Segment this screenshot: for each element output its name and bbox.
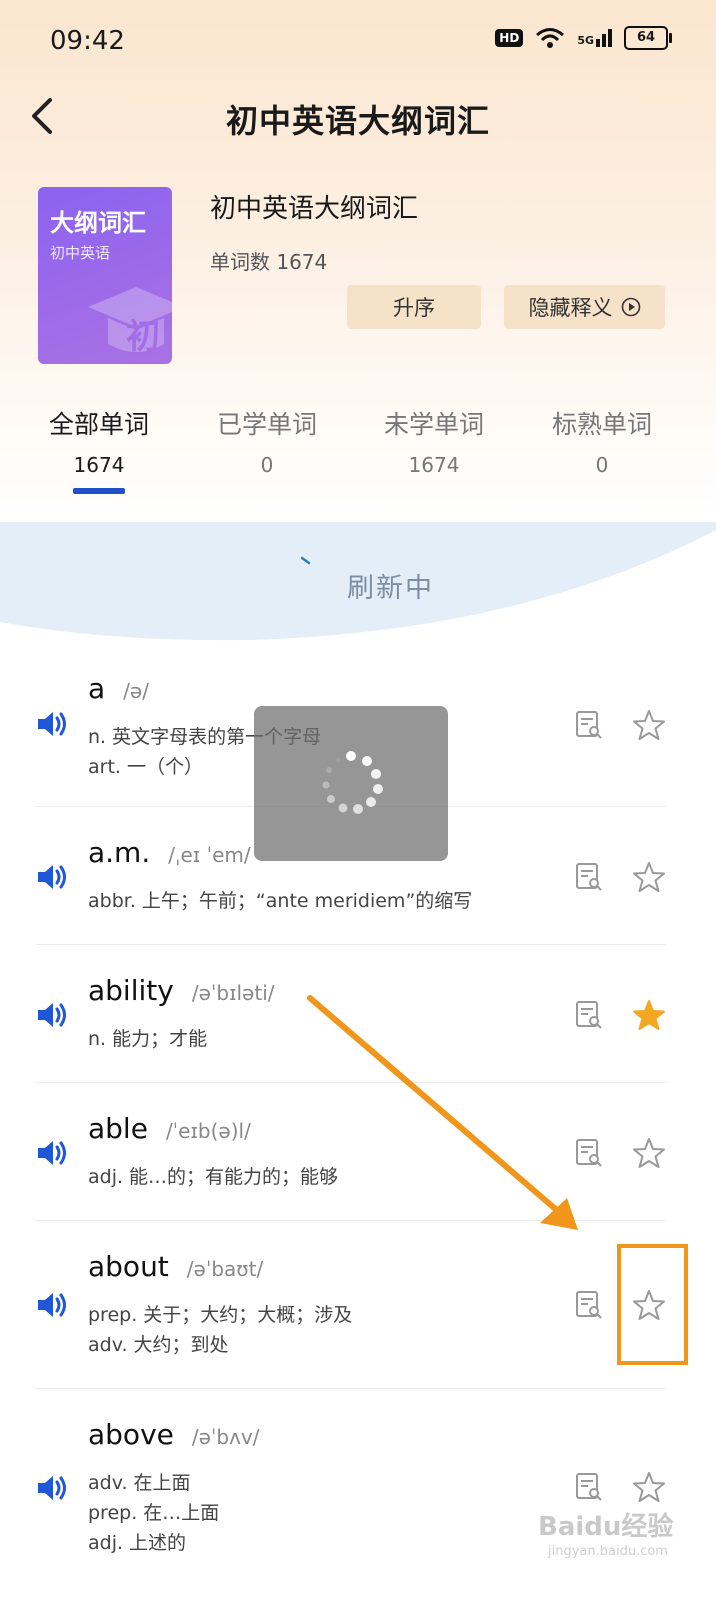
word-phonetic: /ˈeɪb(ə)l/: [165, 1119, 251, 1143]
speaker-icon[interactable]: [36, 709, 70, 739]
signal-icon: 5G: [577, 29, 612, 47]
watermark-url: jingyan.baidu.com: [548, 1544, 668, 1559]
word-definitions: adj. 能…的；有能力的；能够: [88, 1166, 339, 1188]
word-entry: able/ˈeɪb(ə)l/: [88, 1112, 251, 1145]
word-definitions: abbr. 上午；午前；“ante meridiem”的缩写: [88, 890, 473, 912]
word-entry: ability/əˈbɪləti/: [88, 974, 275, 1007]
battery-icon: 64: [624, 26, 672, 50]
word-phonetic: /ˌeɪ ˈem/: [168, 843, 251, 867]
speaker-icon[interactable]: [36, 1290, 70, 1320]
play-circle-icon: [621, 297, 640, 317]
tab-learned-words[interactable]: 已学单词 0: [187, 405, 347, 477]
word-phonetic: /əˈbʌv/: [191, 1425, 260, 1449]
active-tab-indicator: [73, 488, 125, 494]
speaker-icon[interactable]: [36, 1473, 70, 1503]
sort-ascending-button[interactable]: 升序: [347, 285, 481, 329]
cover-mark-text: 初: [126, 317, 160, 357]
tab-count: 0: [595, 453, 609, 477]
hide-definitions-button[interactable]: 隐藏释义: [504, 285, 665, 329]
word-detail-icon[interactable]: [574, 1472, 604, 1502]
wifi-icon: [536, 28, 565, 48]
word-row[interactable]: about/əˈbaʊt/ prep. 关于；大约；大概；涉及 adv. 大约；到…: [36, 1220, 666, 1389]
word-count: 单词数 1674: [210, 250, 328, 274]
tab-count: 0: [260, 453, 274, 477]
tab-count: 1674: [408, 453, 460, 477]
word-entry: a.m./ˌeɪ ˈem/: [88, 836, 251, 869]
watermark-logo: Baidu经验: [538, 1512, 674, 1542]
word-phonetic: /əˈbɪləti/: [191, 981, 275, 1005]
page-title: 初中英语大纲词汇: [225, 102, 490, 140]
speaker-icon[interactable]: [36, 1138, 70, 1168]
status-bar: 09:42 HD 5G 64: [0, 0, 716, 80]
hide-definitions-label: 隐藏释义: [528, 296, 613, 320]
word-row[interactable]: able/ˈeɪb(ə)l/ adj. 能…的；有能力的；能够: [36, 1082, 666, 1221]
word-row[interactable]: ability/əˈbɪləti/ n. 能力；才能: [36, 944, 666, 1083]
word-phonetic: /əˈbaʊt/: [186, 1257, 264, 1281]
star-icon[interactable]: [632, 1136, 666, 1170]
word-detail-icon[interactable]: [574, 710, 604, 740]
tab-unlearned-words[interactable]: 未学单词 1674: [354, 405, 514, 477]
word-filter-tabs: 全部单词 1674 已学单词 0 未学单词 1674 标熟单词 0: [0, 405, 716, 495]
status-icons: HD 5G 64: [495, 26, 672, 50]
status-time: 09:42: [50, 26, 125, 56]
speaker-icon[interactable]: [36, 1000, 70, 1030]
word-entry: about/əˈbaʊt/: [88, 1250, 264, 1283]
tab-label: 未学单词: [383, 410, 484, 439]
star-filled-icon[interactable]: [632, 998, 666, 1032]
refresh-spinner-icon: [301, 556, 311, 565]
sort-label: 升序: [393, 296, 435, 320]
word-detail-icon[interactable]: [574, 1138, 604, 1168]
tab-label: 已学单词: [216, 410, 317, 439]
annotation-highlight-box: [617, 1244, 688, 1365]
word-row[interactable]: above/əˈbʌv/ adv. 在上面 prep. 在…上面 adj. 上述的: [36, 1388, 666, 1600]
word-detail-icon[interactable]: [574, 1000, 604, 1030]
word-definitions: n. 能力；才能: [88, 1028, 208, 1050]
cover-title: 大纲词汇: [50, 209, 146, 237]
tab-all-words[interactable]: 全部单词 1674: [19, 405, 179, 477]
word-definitions: prep. 关于；大约；大概；涉及 adv. 大约；到处: [88, 1304, 353, 1356]
word-detail-icon[interactable]: [574, 1290, 604, 1320]
graduation-cap-icon: 初: [88, 287, 172, 357]
hd-badge: HD: [495, 29, 524, 47]
star-icon[interactable]: [632, 860, 666, 894]
word-detail-icon[interactable]: [574, 862, 604, 892]
refresh-status-text: 刷新中: [347, 573, 434, 604]
tab-familiar-words[interactable]: 标熟单词 0: [522, 405, 682, 477]
word-phonetic: /ə/: [123, 679, 149, 703]
tab-count: 1674: [73, 453, 125, 477]
cover-subtitle: 初中英语: [50, 244, 111, 262]
book-title: 初中英语大纲词汇: [210, 194, 419, 224]
word-entry: above/əˈbʌv/: [88, 1418, 260, 1451]
tab-label: 全部单词: [48, 410, 149, 439]
speaker-icon[interactable]: [36, 862, 70, 892]
loading-spinner-icon: [322, 751, 383, 814]
loading-overlay: [254, 706, 448, 861]
word-entry: a/ə/: [88, 672, 149, 705]
word-definitions: adv. 在上面 prep. 在…上面 adj. 上述的: [88, 1472, 220, 1554]
star-icon[interactable]: [632, 708, 666, 742]
star-icon[interactable]: [632, 1470, 666, 1504]
tab-label: 标熟单词: [551, 410, 652, 439]
book-cover: 大纲词汇 初中英语 初: [38, 187, 172, 364]
